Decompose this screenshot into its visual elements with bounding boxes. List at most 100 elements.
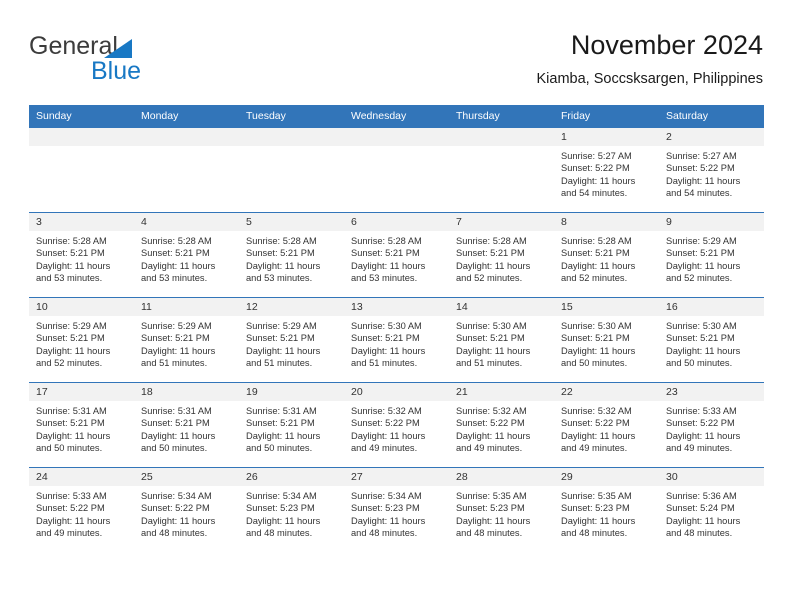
sunrise-text: Sunrise: 5:28 AM xyxy=(246,236,317,246)
calendar-day-cell[interactable]: 24 Sunrise: 5:33 AM Sunset: 5:22 PM Dayligh… xyxy=(29,467,134,553)
day-number: 15 xyxy=(554,298,659,316)
day-number: 7 xyxy=(449,213,554,231)
daylight-text: Daylight: 11 hours and 50 minutes. xyxy=(666,345,741,369)
page-subtitle-location: Kiamba, Soccsksargen, Philippines xyxy=(536,71,763,87)
sunset-text: Sunset: 5:22 PM xyxy=(456,418,525,429)
day-sun-info: Sunrise: 5:33 AM Sunset: 5:22 PM Daylight:… xyxy=(29,486,134,540)
calendar-header-row: Sunday Monday Tuesday Wednesday Thursday… xyxy=(29,105,764,128)
sunrise-text: Sunrise: 5:33 AM xyxy=(666,406,737,416)
day-number: 9 xyxy=(659,213,764,231)
calendar-day-cell[interactable]: 22 Sunrise: 5:32 AM Sunset: 5:22 PM Dayligh… xyxy=(554,382,659,468)
sunset-text: Sunset: 5:23 PM xyxy=(351,503,420,514)
sunset-text: Sunset: 5:23 PM xyxy=(456,503,525,514)
daylight-text: Daylight: 11 hours and 51 minutes. xyxy=(456,345,531,369)
calendar-day-cell[interactable]: 12 Sunrise: 5:29 AM Sunset: 5:21 PM Dayligh… xyxy=(239,297,344,383)
calendar-day-cell[interactable]: 6 Sunrise: 5:28 AM Sunset: 5:21 PM Daylight… xyxy=(344,212,449,298)
day-sun-info: Sunrise: 5:32 AM Sunset: 5:22 PM Daylight:… xyxy=(449,401,554,455)
sunrise-text: Sunrise: 5:28 AM xyxy=(456,236,527,246)
calendar-day-cell-empty xyxy=(449,127,554,213)
daylight-text: Daylight: 11 hours and 48 minutes. xyxy=(561,515,636,539)
calendar-day-cell[interactable]: 17 Sunrise: 5:31 AM Sunset: 5:21 PM Dayligh… xyxy=(29,382,134,468)
sunrise-text: Sunrise: 5:31 AM xyxy=(246,406,317,416)
daylight-text: Daylight: 11 hours and 50 minutes. xyxy=(561,345,636,369)
calendar-day-cell[interactable]: 9 Sunrise: 5:29 AM Sunset: 5:21 PM Daylight… xyxy=(659,212,764,298)
sunset-text: Sunset: 5:21 PM xyxy=(36,248,105,259)
calendar-day-cell[interactable]: 4 Sunrise: 5:28 AM Sunset: 5:21 PM Daylight… xyxy=(134,212,239,298)
weekday-header-sunday: Sunday xyxy=(29,105,134,128)
calendar-day-cell-empty xyxy=(344,127,449,213)
day-number: 28 xyxy=(449,468,554,486)
calendar-day-cell[interactable]: 16 Sunrise: 5:30 AM Sunset: 5:21 PM Dayligh… xyxy=(659,297,764,383)
calendar-week-row: 24 Sunrise: 5:33 AM Sunset: 5:22 PM Dayligh… xyxy=(29,467,764,553)
sunset-text: Sunset: 5:21 PM xyxy=(351,333,420,344)
calendar-day-cell[interactable]: 23 Sunrise: 5:33 AM Sunset: 5:22 PM Dayligh… xyxy=(659,382,764,468)
daylight-text: Daylight: 11 hours and 53 minutes. xyxy=(351,260,426,284)
daylight-text: Daylight: 11 hours and 48 minutes. xyxy=(246,515,321,539)
calendar-day-cell[interactable]: 29 Sunrise: 5:35 AM Sunset: 5:23 PM Dayligh… xyxy=(554,467,659,553)
calendar-day-cell[interactable]: 7 Sunrise: 5:28 AM Sunset: 5:21 PM Daylight… xyxy=(449,212,554,298)
day-number: 5 xyxy=(239,213,344,231)
calendar-week-row: 10 Sunrise: 5:29 AM Sunset: 5:21 PM Dayligh… xyxy=(29,297,764,383)
sunrise-text: Sunrise: 5:28 AM xyxy=(351,236,422,246)
calendar-day-cell[interactable]: 26 Sunrise: 5:34 AM Sunset: 5:23 PM Dayligh… xyxy=(239,467,344,553)
sunrise-text: Sunrise: 5:36 AM xyxy=(666,491,737,501)
sunrise-text: Sunrise: 5:29 AM xyxy=(141,321,212,331)
page-header: General Blue November 2024 Kiamba, Soccs… xyxy=(29,28,763,100)
calendar-day-cell[interactable]: 3 Sunrise: 5:28 AM Sunset: 5:21 PM Daylight… xyxy=(29,212,134,298)
calendar-day-cell[interactable]: 11 Sunrise: 5:29 AM Sunset: 5:21 PM Dayligh… xyxy=(134,297,239,383)
day-number: 23 xyxy=(659,383,764,401)
sunrise-text: Sunrise: 5:35 AM xyxy=(456,491,527,501)
weekday-header-monday: Monday xyxy=(134,105,239,128)
calendar-week-row: 1 Sunrise: 5:27 AM Sunset: 5:22 PM Daylight… xyxy=(29,127,764,213)
sunset-text: Sunset: 5:21 PM xyxy=(456,248,525,259)
day-sun-info: Sunrise: 5:29 AM Sunset: 5:21 PM Daylight:… xyxy=(29,316,134,370)
calendar-day-cell[interactable]: 5 Sunrise: 5:28 AM Sunset: 5:21 PM Daylight… xyxy=(239,212,344,298)
general-blue-logo[interactable]: General Blue xyxy=(29,32,299,88)
day-sun-info: Sunrise: 5:31 AM Sunset: 5:21 PM Daylight:… xyxy=(239,401,344,455)
calendar-day-cell[interactable]: 27 Sunrise: 5:34 AM Sunset: 5:23 PM Dayligh… xyxy=(344,467,449,553)
calendar-day-cell[interactable]: 18 Sunrise: 5:31 AM Sunset: 5:21 PM Dayligh… xyxy=(134,382,239,468)
calendar-day-cell[interactable]: 30 Sunrise: 5:36 AM Sunset: 5:24 PM Dayligh… xyxy=(659,467,764,553)
sunset-text: Sunset: 5:21 PM xyxy=(351,248,420,259)
sunset-text: Sunset: 5:21 PM xyxy=(456,333,525,344)
daylight-text: Daylight: 11 hours and 52 minutes. xyxy=(561,260,636,284)
calendar-day-cell[interactable]: 25 Sunrise: 5:34 AM Sunset: 5:22 PM Dayligh… xyxy=(134,467,239,553)
calendar-body: 1 Sunrise: 5:27 AM Sunset: 5:22 PM Daylight… xyxy=(29,127,764,553)
day-number: 6 xyxy=(344,213,449,231)
day-sun-info: Sunrise: 5:30 AM Sunset: 5:21 PM Daylight:… xyxy=(449,316,554,370)
day-number: 4 xyxy=(134,213,239,231)
weekday-header-tuesday: Tuesday xyxy=(239,105,344,128)
calendar-day-cell[interactable]: 15 Sunrise: 5:30 AM Sunset: 5:21 PM Dayligh… xyxy=(554,297,659,383)
sunrise-text: Sunrise: 5:32 AM xyxy=(561,406,632,416)
calendar-day-cell[interactable]: 1 Sunrise: 5:27 AM Sunset: 5:22 PM Daylight… xyxy=(554,127,659,213)
day-sun-info: Sunrise: 5:32 AM Sunset: 5:22 PM Daylight:… xyxy=(554,401,659,455)
daylight-text: Daylight: 11 hours and 50 minutes. xyxy=(246,430,321,454)
day-sun-info: Sunrise: 5:28 AM Sunset: 5:21 PM Daylight:… xyxy=(29,231,134,285)
sunset-text: Sunset: 5:22 PM xyxy=(36,503,105,514)
calendar-day-cell[interactable]: 14 Sunrise: 5:30 AM Sunset: 5:21 PM Dayligh… xyxy=(449,297,554,383)
day-number: 20 xyxy=(344,383,449,401)
sunrise-text: Sunrise: 5:30 AM xyxy=(456,321,527,331)
day-number: 1 xyxy=(554,128,659,146)
day-number xyxy=(449,128,554,146)
calendar-day-cell[interactable]: 21 Sunrise: 5:32 AM Sunset: 5:22 PM Dayligh… xyxy=(449,382,554,468)
day-sun-info: Sunrise: 5:29 AM Sunset: 5:21 PM Daylight:… xyxy=(659,231,764,285)
day-number xyxy=(134,128,239,146)
sunrise-text: Sunrise: 5:31 AM xyxy=(141,406,212,416)
calendar-day-cell[interactable]: 13 Sunrise: 5:30 AM Sunset: 5:21 PM Dayligh… xyxy=(344,297,449,383)
calendar-day-cell[interactable]: 8 Sunrise: 5:28 AM Sunset: 5:21 PM Daylight… xyxy=(554,212,659,298)
day-sun-info: Sunrise: 5:31 AM Sunset: 5:21 PM Daylight:… xyxy=(29,401,134,455)
sunset-text: Sunset: 5:22 PM xyxy=(141,503,210,514)
calendar-day-cell[interactable]: 20 Sunrise: 5:32 AM Sunset: 5:22 PM Dayligh… xyxy=(344,382,449,468)
day-number xyxy=(239,128,344,146)
day-sun-info: Sunrise: 5:32 AM Sunset: 5:22 PM Daylight:… xyxy=(344,401,449,455)
day-sun-info: Sunrise: 5:33 AM Sunset: 5:22 PM Daylight:… xyxy=(659,401,764,455)
day-number: 21 xyxy=(449,383,554,401)
calendar-day-cell[interactable]: 10 Sunrise: 5:29 AM Sunset: 5:21 PM Dayligh… xyxy=(29,297,134,383)
calendar-day-cell[interactable]: 28 Sunrise: 5:35 AM Sunset: 5:23 PM Dayligh… xyxy=(449,467,554,553)
day-number: 19 xyxy=(239,383,344,401)
calendar-day-cell[interactable]: 19 Sunrise: 5:31 AM Sunset: 5:21 PM Dayligh… xyxy=(239,382,344,468)
calendar-day-cell[interactable]: 2 Sunrise: 5:27 AM Sunset: 5:22 PM Daylight… xyxy=(659,127,764,213)
sunrise-text: Sunrise: 5:29 AM xyxy=(246,321,317,331)
daylight-text: Daylight: 11 hours and 49 minutes. xyxy=(351,430,426,454)
